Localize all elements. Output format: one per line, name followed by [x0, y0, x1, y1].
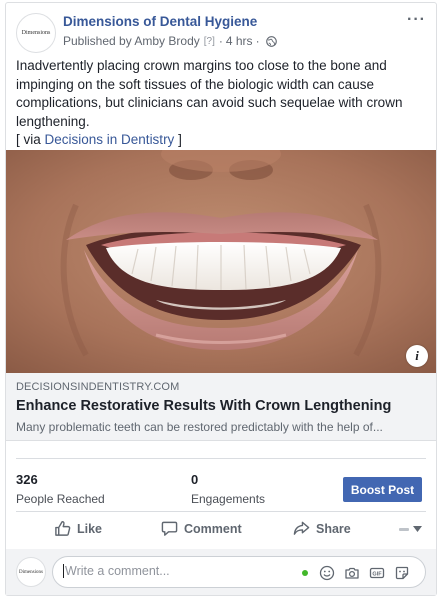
sticker-icon[interactable]	[394, 565, 410, 581]
share-arrow-icon	[293, 521, 310, 535]
post-header: Dimensions Dimensions of Dental Hygiene …	[6, 3, 436, 57]
comment-icon	[161, 521, 178, 536]
page-avatar[interactable]: Dimensions	[16, 13, 56, 53]
comment-button[interactable]: Comment	[161, 520, 242, 537]
link-description: Many problematic teeth can be restored p…	[16, 420, 383, 434]
post-body-text: Inadvertently placing crown margins too …	[16, 58, 403, 129]
help-marker[interactable]: [?]	[204, 36, 215, 47]
camera-icon[interactable]	[344, 565, 360, 581]
via-prefix: [ via	[16, 132, 45, 147]
link-domain: DECISIONSINDENTISTRY.COM	[16, 381, 180, 393]
share-label: Share	[316, 521, 351, 536]
link-preview-image[interactable]: i	[6, 150, 436, 373]
info-icon[interactable]: i	[406, 345, 428, 367]
audience-selector[interactable]	[399, 526, 422, 532]
via-line: [ via Decisions in Dentistry ]	[16, 131, 416, 150]
post-actions: Like Comment Share	[6, 513, 436, 547]
avatar-logo: Dimensions	[21, 30, 51, 36]
link-title[interactable]: Enhance Restorative Results With Crown L…	[16, 398, 391, 414]
separator-dot: ·	[255, 34, 260, 48]
page-name-link[interactable]: Dimensions of Dental Hygiene	[63, 14, 257, 29]
engagements-value: 0	[191, 472, 199, 487]
more-options-icon[interactable]: ···	[407, 12, 426, 28]
comment-composer: Dimensions GIF	[6, 549, 436, 595]
like-label: Like	[77, 521, 103, 536]
post-insights: 326 People Reached 0 Engagements Boost P…	[6, 464, 436, 510]
via-link[interactable]: Decisions in Dentistry	[45, 132, 175, 147]
post-meta: Published by Amby Brody [?] · 4 hrs ·	[63, 34, 277, 48]
separator-dot: ·	[218, 34, 223, 48]
people-reached-stat[interactable]: 326 People Reached	[16, 472, 105, 506]
divider	[16, 511, 426, 512]
link-preview[interactable]: DECISIONSINDENTISTRY.COM Enhance Restora…	[6, 373, 436, 441]
like-button[interactable]: Like	[54, 520, 102, 537]
smile-photo	[6, 150, 436, 373]
engagements-label: Engagements	[191, 492, 266, 506]
globe-icon[interactable]	[265, 35, 277, 47]
people-reached-value: 326	[16, 472, 38, 487]
comment-input[interactable]	[63, 564, 283, 578]
via-suffix: ]	[174, 132, 182, 147]
published-by[interactable]: Published by Amby Brody	[63, 34, 200, 48]
people-reached-label: People Reached	[16, 492, 105, 506]
emoji-icon[interactable]	[319, 565, 335, 581]
share-button[interactable]: Share	[293, 520, 351, 537]
caret-down-icon	[413, 526, 422, 532]
divider	[16, 458, 426, 459]
post-body: Inadvertently placing crown margins too …	[16, 57, 416, 150]
avatar-logo: Dimensions	[19, 569, 43, 575]
comment-box[interactable]: GIF	[52, 556, 426, 588]
commenter-avatar[interactable]: Dimensions	[16, 557, 46, 587]
audience-avatar-icon	[399, 527, 409, 531]
svg-text:GIF: GIF	[372, 572, 382, 578]
engagements-stat[interactable]: 0 Engagements	[191, 472, 265, 506]
online-status-icon	[302, 570, 308, 576]
boost-post-button[interactable]: Boost Post	[343, 477, 422, 502]
gif-icon[interactable]: GIF	[369, 565, 385, 581]
post-time[interactable]: 4 hrs	[226, 34, 253, 48]
post-card: Dimensions Dimensions of Dental Hygiene …	[5, 2, 437, 596]
comment-label: Comment	[184, 521, 242, 536]
thumbs-up-icon	[55, 521, 71, 536]
